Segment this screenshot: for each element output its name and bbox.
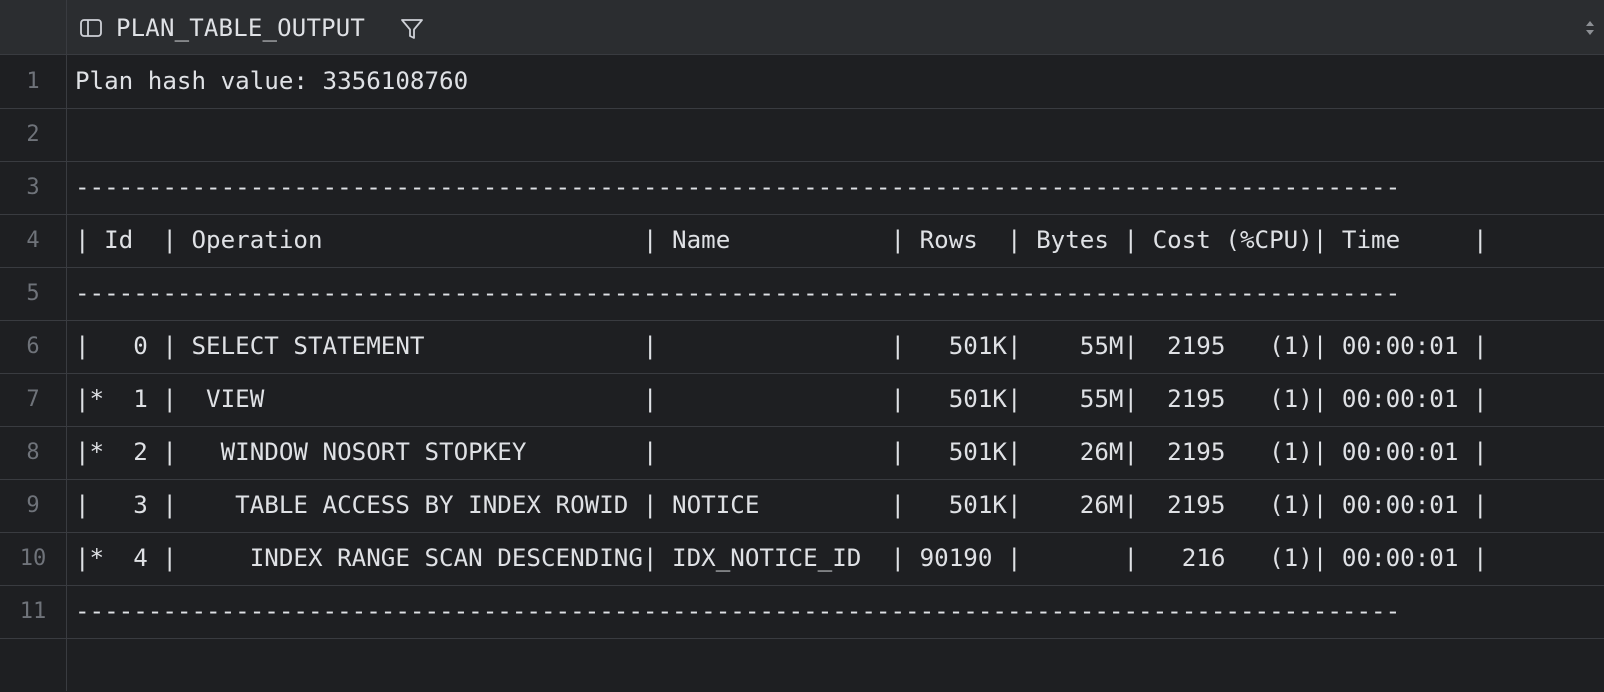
- table-row[interactable]: 7 |* 1 | VIEW | | 501K| 55M| 2195 (1)| 0…: [0, 373, 1604, 427]
- plan-cell[interactable]: |* 2 | WINDOW NOSORT STOPKEY | | 501K| 2…: [75, 426, 1488, 479]
- row-number: 3: [0, 161, 67, 214]
- table-row[interactable]: 3 --------------------------------------…: [0, 161, 1604, 215]
- column-header-plan-table-output[interactable]: PLAN_TABLE_OUTPUT: [116, 14, 365, 42]
- table-row-empty: [0, 638, 1604, 692]
- table-row[interactable]: 8 |* 2 | WINDOW NOSORT STOPKEY | | 501K|…: [0, 426, 1604, 480]
- sort-arrows-icon[interactable]: [1584, 18, 1596, 38]
- row-number-header[interactable]: [0, 0, 67, 54]
- row-number: 6: [0, 320, 67, 373]
- row-number: 5: [0, 267, 67, 320]
- table-column-icon: [80, 19, 102, 37]
- result-grid: PLAN_TABLE_OUTPUT 1 Plan hash value: 335…: [0, 0, 1604, 691]
- table-row[interactable]: 6 | 0 | SELECT STATEMENT | | 501K| 55M| …: [0, 320, 1604, 374]
- table-row[interactable]: 4 | Id | Operation | Name | Rows | Bytes…: [0, 214, 1604, 268]
- table-row[interactable]: 10 |* 4 | INDEX RANGE SCAN DESCENDING| I…: [0, 532, 1604, 586]
- row-number: 7: [0, 373, 67, 426]
- plan-cell[interactable]: ----------------------------------------…: [75, 267, 1400, 320]
- row-number: 1: [0, 55, 67, 108]
- plan-cell[interactable]: ----------------------------------------…: [75, 161, 1400, 214]
- row-number: 4: [0, 214, 67, 267]
- plan-cell[interactable]: ----------------------------------------…: [75, 585, 1400, 638]
- row-number: 9: [0, 479, 67, 532]
- plan-cell[interactable]: |* 1 | VIEW | | 501K| 55M| 2195 (1)| 00:…: [75, 373, 1488, 426]
- plan-cell[interactable]: | Id | Operation | Name | Rows | Bytes |…: [75, 214, 1488, 267]
- plan-cell[interactable]: Plan hash value: 3356108760: [75, 55, 468, 108]
- row-number: 2: [0, 108, 67, 161]
- table-row[interactable]: 2: [0, 108, 1604, 162]
- filter-icon[interactable]: [400, 17, 424, 41]
- plan-cell[interactable]: | 0 | SELECT STATEMENT | | 501K| 55M| 21…: [75, 320, 1488, 373]
- table-row[interactable]: 9 | 3 | TABLE ACCESS BY INDEX ROWID | NO…: [0, 479, 1604, 533]
- table-row[interactable]: 5 --------------------------------------…: [0, 267, 1604, 321]
- row-number: 10: [0, 532, 67, 585]
- plan-cell[interactable]: | 3 | TABLE ACCESS BY INDEX ROWID | NOTI…: [75, 479, 1488, 532]
- row-number: 8: [0, 426, 67, 479]
- column-header-bar: PLAN_TABLE_OUTPUT: [0, 0, 1604, 55]
- plan-cell[interactable]: |* 4 | INDEX RANGE SCAN DESCENDING| IDX_…: [75, 532, 1488, 585]
- row-number-empty: [0, 638, 67, 691]
- table-row[interactable]: 11 -------------------------------------…: [0, 585, 1604, 639]
- row-number: 11: [0, 585, 67, 638]
- table-row[interactable]: 1 Plan hash value: 3356108760: [0, 55, 1604, 109]
